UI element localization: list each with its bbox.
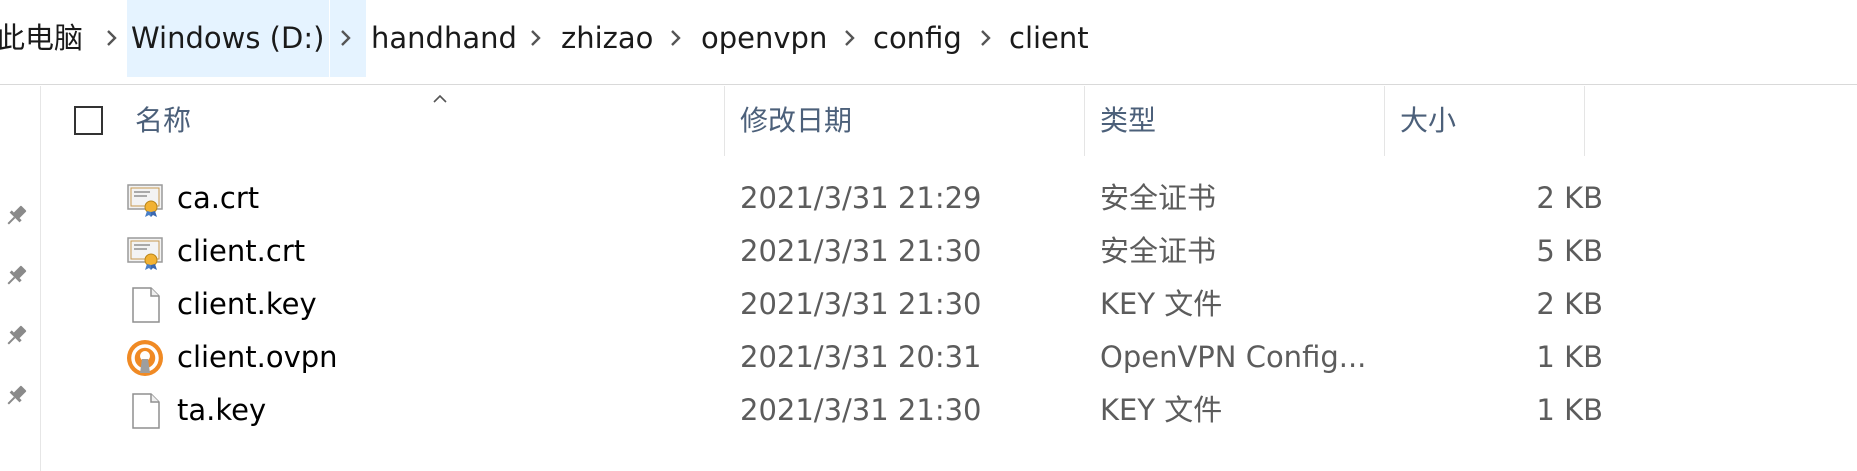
breadcrumb-item-config[interactable]: config bbox=[873, 0, 962, 77]
breadcrumb: 此电脑 Windows (D:) handhand zhizao openvpn… bbox=[0, 0, 1857, 77]
column-header-size[interactable]: 大小 bbox=[1400, 86, 1456, 156]
breadcrumb-chevron-icon[interactable] bbox=[336, 0, 358, 77]
file-row[interactable]: ca.crt 2021/3/31 21:29 安全证书 2 KB bbox=[40, 172, 1857, 225]
breadcrumb-chevron-icon[interactable] bbox=[526, 0, 548, 77]
column-divider[interactable] bbox=[1584, 86, 1585, 156]
breadcrumb-chevron-icon[interactable] bbox=[102, 0, 124, 77]
breadcrumb-item-this-pc[interactable]: 此电脑 bbox=[0, 0, 83, 77]
breadcrumb-chevron-icon[interactable] bbox=[840, 0, 862, 77]
file-modified: 2021/3/31 21:30 bbox=[740, 234, 982, 268]
file-name[interactable]: ca.crt bbox=[177, 172, 259, 225]
file-size: 2 KB bbox=[1536, 181, 1603, 215]
column-divider[interactable] bbox=[724, 86, 725, 156]
column-header-type[interactable]: 类型 bbox=[1100, 86, 1156, 156]
file-name[interactable]: client.ovpn bbox=[177, 331, 338, 384]
file-modified: 2021/3/31 21:30 bbox=[740, 393, 982, 427]
column-header-row: 名称 修改日期 类型 大小 bbox=[40, 86, 1857, 156]
file-modified: 2021/3/31 20:31 bbox=[740, 340, 982, 374]
file-row[interactable]: client.ovpn 2021/3/31 20:31 OpenVPN Conf… bbox=[40, 331, 1857, 384]
column-divider[interactable] bbox=[1384, 86, 1385, 156]
file-size: 2 KB bbox=[1536, 287, 1603, 321]
sort-ascending-icon bbox=[433, 94, 447, 103]
file-type: 安全证书 bbox=[1100, 234, 1217, 268]
breadcrumb-chevron-icon[interactable] bbox=[666, 0, 688, 77]
file-type: 安全证书 bbox=[1100, 181, 1217, 215]
file-size: 1 KB bbox=[1536, 340, 1603, 374]
certificate-icon bbox=[127, 237, 163, 270]
breadcrumb-chevron-icon[interactable] bbox=[976, 0, 998, 77]
blank-file-icon bbox=[132, 393, 160, 429]
pin-icon[interactable] bbox=[2, 382, 30, 410]
file-type: KEY 文件 bbox=[1100, 393, 1223, 427]
file-explorer-window: 此电脑 Windows (D:) handhand zhizao openvpn… bbox=[0, 0, 1857, 471]
pin-icon[interactable] bbox=[2, 322, 30, 350]
breadcrumb-item-zhizao[interactable]: zhizao bbox=[561, 0, 653, 77]
file-type: KEY 文件 bbox=[1100, 287, 1223, 321]
column-header-name[interactable]: 名称 bbox=[135, 86, 191, 156]
breadcrumb-item-client[interactable]: client bbox=[1009, 0, 1089, 77]
file-row[interactable]: client.crt 2021/3/31 21:30 安全证书 5 KB bbox=[40, 225, 1857, 278]
column-divider[interactable] bbox=[1084, 86, 1085, 156]
breadcrumb-item-openvpn[interactable]: openvpn bbox=[701, 0, 827, 77]
file-name[interactable]: client.crt bbox=[177, 225, 305, 278]
file-row[interactable]: client.key 2021/3/31 21:30 KEY 文件 2 KB bbox=[40, 278, 1857, 331]
select-all-checkbox[interactable] bbox=[74, 106, 103, 135]
file-row[interactable]: ta.key 2021/3/31 21:30 KEY 文件 1 KB bbox=[40, 384, 1857, 437]
breadcrumb-item-drive-d[interactable]: Windows (D:) bbox=[131, 0, 324, 77]
file-size: 5 KB bbox=[1536, 234, 1603, 268]
file-type: OpenVPN Config... bbox=[1100, 340, 1367, 374]
column-header-modified[interactable]: 修改日期 bbox=[740, 86, 852, 156]
file-modified: 2021/3/31 21:30 bbox=[740, 287, 982, 321]
address-bar-divider bbox=[0, 84, 1857, 85]
breadcrumb-item-handhand[interactable]: handhand bbox=[371, 0, 517, 77]
navigation-pane bbox=[0, 86, 41, 471]
pin-icon[interactable] bbox=[2, 202, 30, 230]
blank-file-icon bbox=[132, 287, 160, 323]
file-modified: 2021/3/31 21:29 bbox=[740, 181, 982, 215]
openvpn-icon bbox=[127, 340, 163, 376]
file-name[interactable]: ta.key bbox=[177, 384, 266, 437]
certificate-icon bbox=[127, 184, 163, 217]
pin-icon[interactable] bbox=[2, 262, 30, 290]
file-size: 1 KB bbox=[1536, 393, 1603, 427]
file-name[interactable]: client.key bbox=[177, 278, 317, 331]
